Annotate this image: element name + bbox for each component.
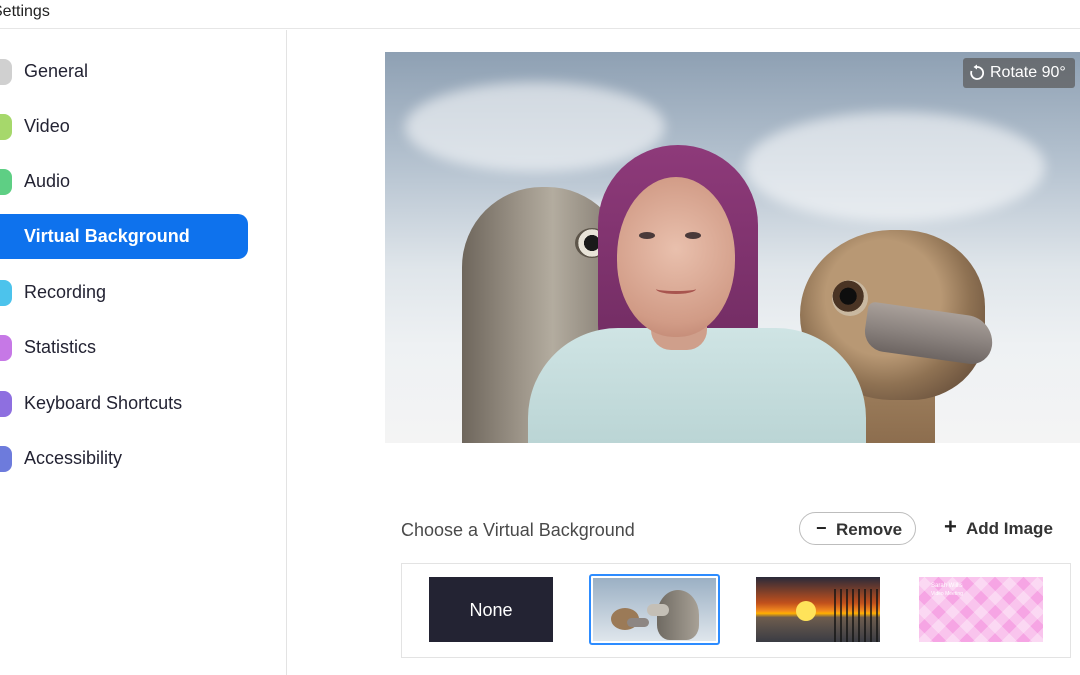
minus-icon: − [816, 518, 827, 538]
mini-board-beak [647, 604, 669, 616]
ostrich-eye [832, 280, 868, 316]
add-image-button[interactable]: + Add Image [944, 512, 1064, 545]
sidebar-item-recording[interactable]: Recording [0, 270, 248, 315]
cloud [745, 112, 1045, 222]
background-thumb-sunset[interactable] [756, 577, 880, 642]
sidebar-item-label: Audio [24, 171, 71, 191]
person-eye [685, 232, 701, 239]
sidebar-item-virtual-background[interactable]: Virtual Background [0, 214, 248, 259]
recording-icon [0, 280, 12, 306]
add-image-label: Add Image [966, 519, 1053, 538]
person-eye [639, 232, 655, 239]
sidebar-item-label: Virtual Background [24, 226, 190, 246]
choose-background-heading: Choose a Virtual Background [401, 520, 635, 540]
rotate-90-button[interactable]: Rotate 90° [963, 58, 1075, 88]
thumb-label: None [469, 600, 513, 620]
sidebar-item-label: Accessibility [24, 448, 123, 468]
sidebar-item-video[interactable]: Video [0, 104, 248, 149]
accessibility-icon [0, 446, 12, 472]
thumb-subcaption: Video Meeting [931, 591, 963, 597]
cloud [405, 82, 665, 172]
rotate-label: Rotate 90° [990, 64, 1066, 81]
statistics-icon [0, 335, 12, 361]
sidebar-item-general[interactable]: General [0, 49, 248, 94]
person-face [617, 177, 735, 337]
sidebar-item-accessibility[interactable]: Accessibility [0, 436, 248, 481]
sidebar-item-label: Recording [24, 282, 107, 302]
title-bar: Settings [0, 0, 1080, 29]
reeds-shape [834, 589, 880, 642]
sidebar-item-keyboard-shortcuts[interactable]: Keyboard Shortcuts [0, 381, 248, 426]
keyboard-icon [0, 391, 12, 417]
thumb-image [593, 578, 716, 641]
sun-shape [796, 601, 816, 621]
remove-label: Remove [836, 520, 903, 539]
gear-icon [0, 59, 12, 85]
background-thumb-pink-pattern[interactable]: Sarah Willis Video Meeting [919, 577, 1043, 642]
mini-ostrich-beak [627, 618, 649, 627]
rotate-icon [970, 64, 985, 80]
background-thumb-ostriches-selected[interactable] [589, 574, 720, 645]
headphones-icon [0, 169, 12, 195]
sidebar-item-label: Statistics [24, 337, 97, 357]
window-title: Settings [0, 3, 50, 20]
sidebar-item-label: Keyboard Shortcuts [24, 393, 183, 413]
sidebar-item-audio[interactable]: Audio [0, 159, 248, 204]
plus-icon: + [944, 514, 957, 539]
sidebar-item-statistics[interactable]: Statistics [0, 325, 248, 370]
settings-sidebar: General Video Audio Virtual Background R… [0, 30, 287, 675]
video-icon [0, 114, 12, 140]
sidebar-item-label: Video [24, 116, 70, 136]
background-thumb-none[interactable]: None [429, 577, 553, 642]
camera-preview: Rotate 90° [385, 52, 1080, 443]
sidebar-item-label: General [24, 61, 89, 81]
background-thumbnails: None Sarah Willis Video Meeting [401, 563, 1071, 658]
thumb-caption: Sarah Willis [931, 583, 963, 589]
remove-button[interactable]: − Remove [799, 512, 916, 545]
person-mouth [656, 284, 696, 294]
